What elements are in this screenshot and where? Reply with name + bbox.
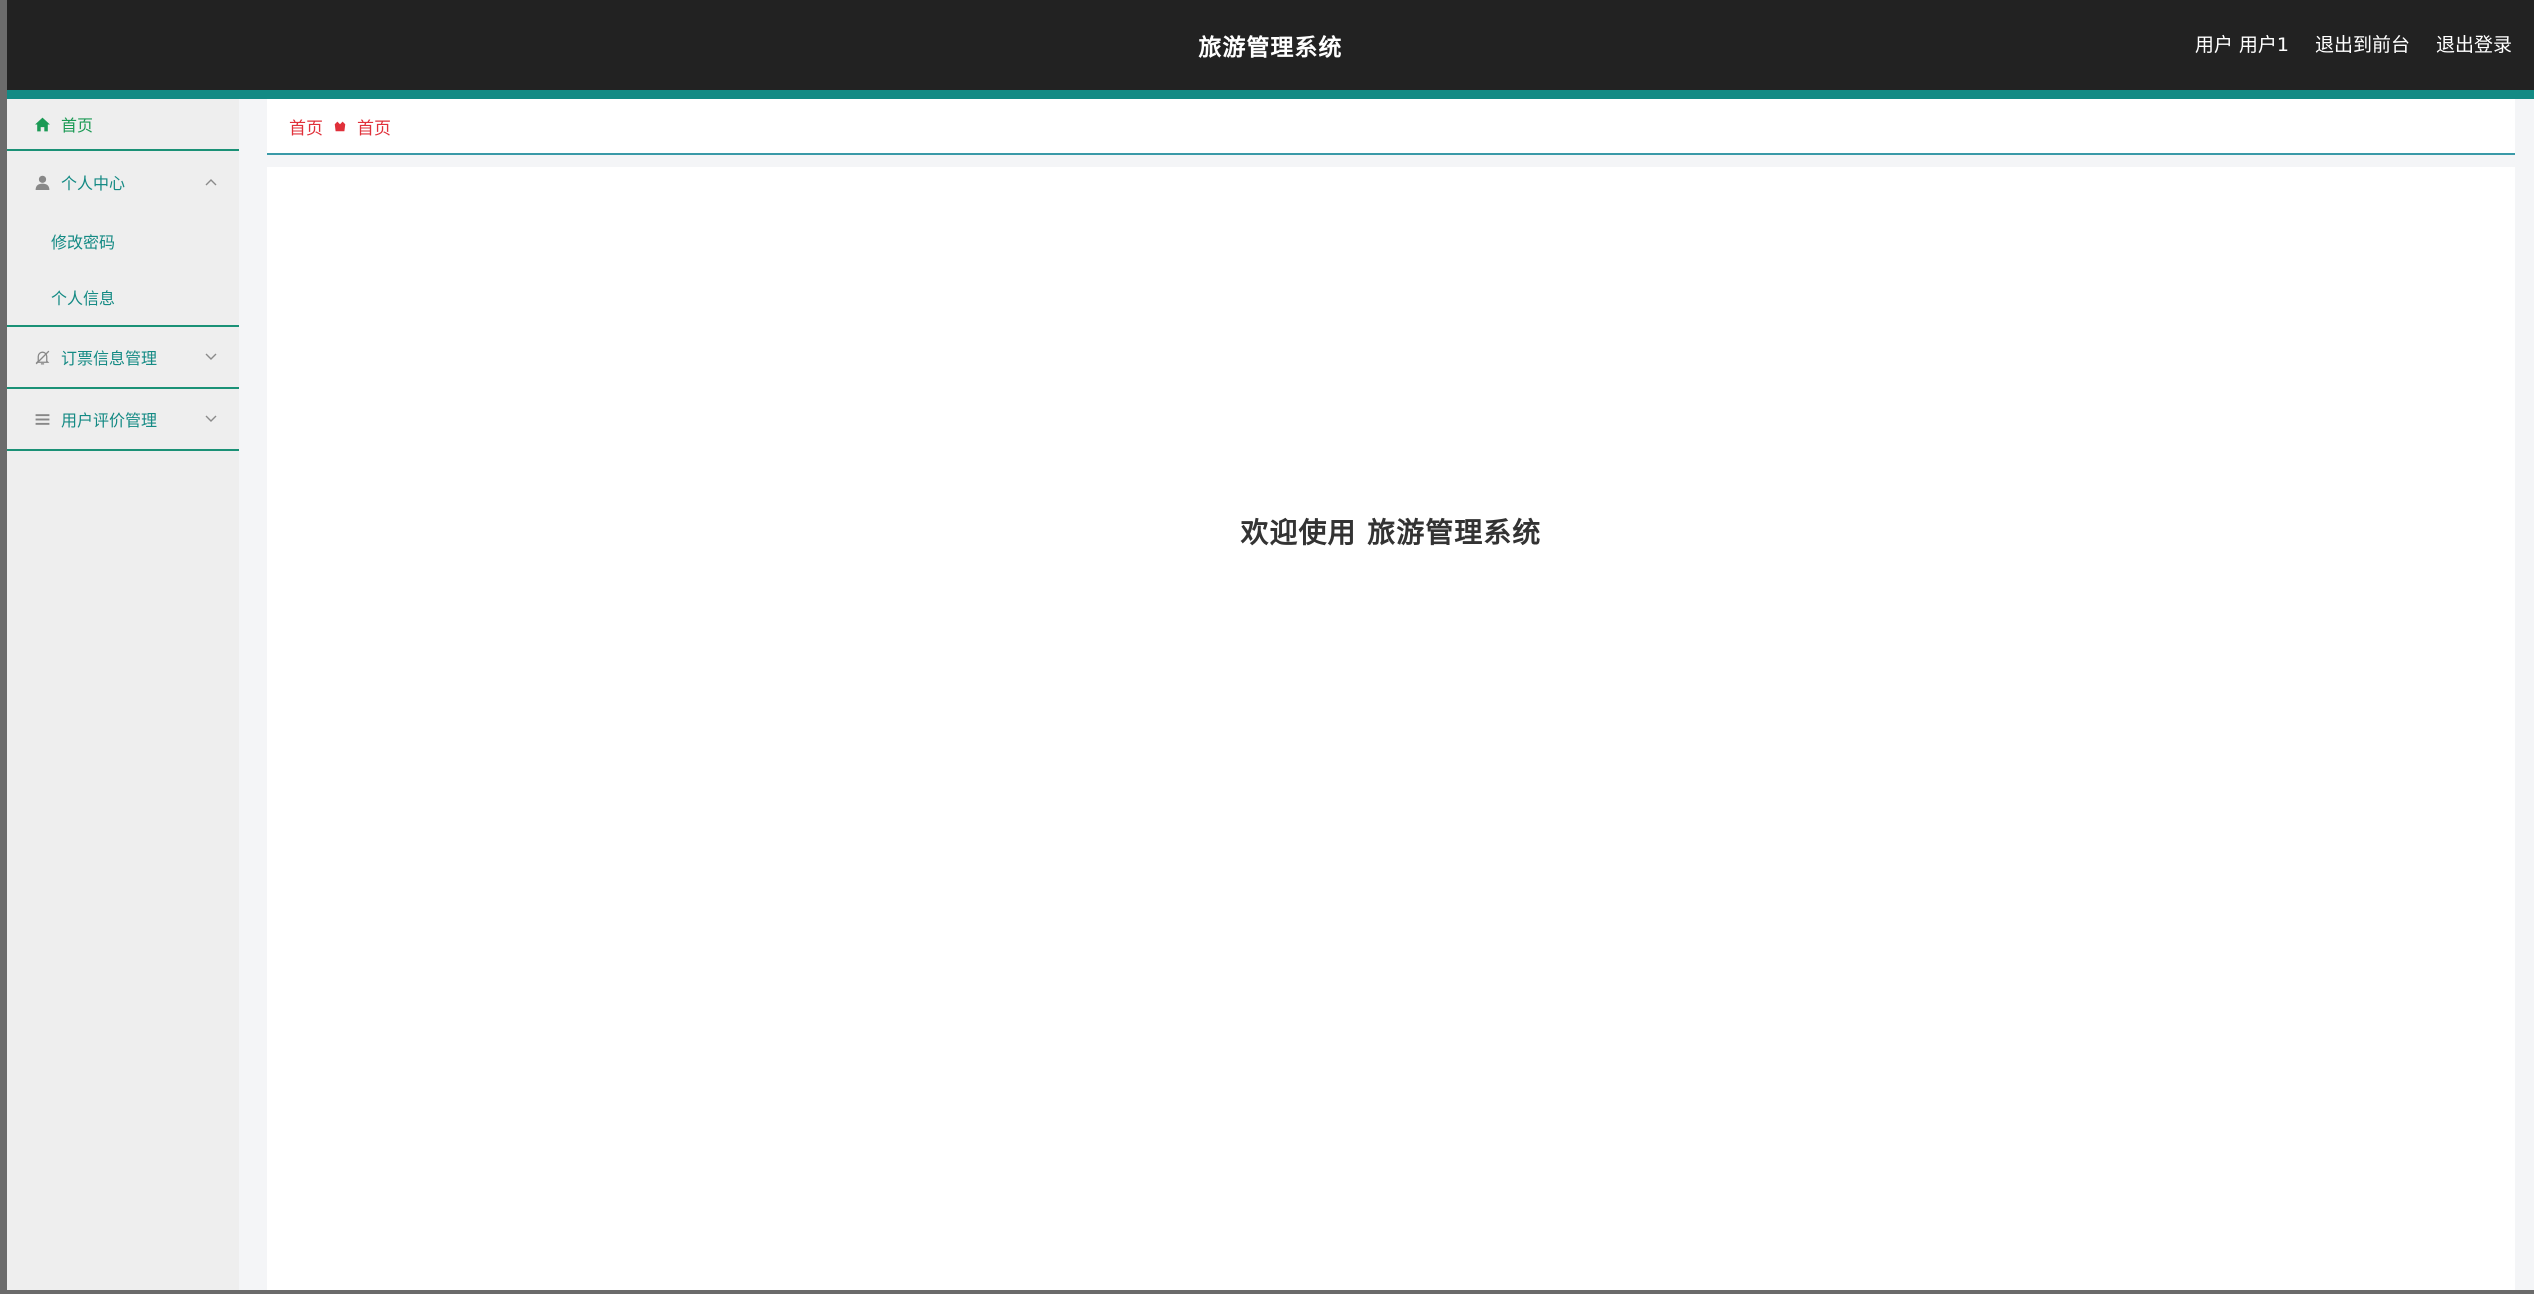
sidebar-item-ticket-management[interactable]: 订票信息管理 bbox=[7, 327, 239, 389]
app-title: 旅游管理系统 bbox=[1198, 35, 1343, 61]
header-accent-bar bbox=[7, 90, 2534, 99]
chevron-down-icon bbox=[205, 351, 217, 363]
chevron-down-icon bbox=[205, 413, 217, 425]
header-links: 用户 用户1 退出到前台 退出登录 bbox=[2195, 30, 2512, 57]
breadcrumb: 首页 首页 bbox=[267, 99, 2515, 155]
list-icon bbox=[33, 410, 51, 428]
sidebar-item-home[interactable]: 首页 bbox=[7, 99, 239, 151]
sidebar-subitem-personal-info[interactable]: 个人信息 bbox=[7, 269, 239, 325]
welcome-heading: 欢迎使用 旅游管理系统 bbox=[1240, 516, 1542, 549]
personal-center-submenu: 修改密码 个人信息 bbox=[7, 213, 239, 327]
main-content: 欢迎使用 旅游管理系统 bbox=[267, 167, 2515, 1290]
app-window: 旅游管理系统 用户 用户1 退出到前台 退出登录 首页 个人中心 修改密码 个人… bbox=[7, 0, 2534, 1290]
sidebar-item-label: 首页 bbox=[61, 116, 94, 135]
breadcrumb-separator-icon bbox=[333, 119, 347, 133]
back-to-frontend-link[interactable]: 退出到前台 bbox=[2315, 30, 2410, 57]
logout-link[interactable]: 退出登录 bbox=[2436, 30, 2512, 57]
sidebar: 首页 个人中心 修改密码 个人信息 订票信息管理 用户评价管理 bbox=[7, 99, 239, 1290]
top-header: 旅游管理系统 用户 用户1 退出到前台 退出登录 bbox=[7, 0, 2534, 90]
sidebar-item-label: 个人中心 bbox=[61, 174, 126, 193]
sidebar-item-review-management[interactable]: 用户评价管理 bbox=[7, 389, 239, 451]
home-icon bbox=[33, 115, 51, 133]
breadcrumb-current: 首页 bbox=[357, 118, 391, 139]
sidebar-item-label: 订票信息管理 bbox=[61, 349, 158, 368]
sidebar-item-personal-center[interactable]: 个人中心 bbox=[7, 151, 239, 213]
sidebar-item-label: 用户评价管理 bbox=[61, 411, 158, 430]
bell-off-icon bbox=[33, 348, 51, 366]
current-user-label: 用户 用户1 bbox=[2194, 34, 2289, 56]
user-icon bbox=[33, 173, 51, 191]
chevron-up-icon bbox=[205, 176, 217, 188]
sidebar-subitem-change-password[interactable]: 修改密码 bbox=[7, 213, 239, 269]
breadcrumb-home-link[interactable]: 首页 bbox=[289, 114, 323, 139]
